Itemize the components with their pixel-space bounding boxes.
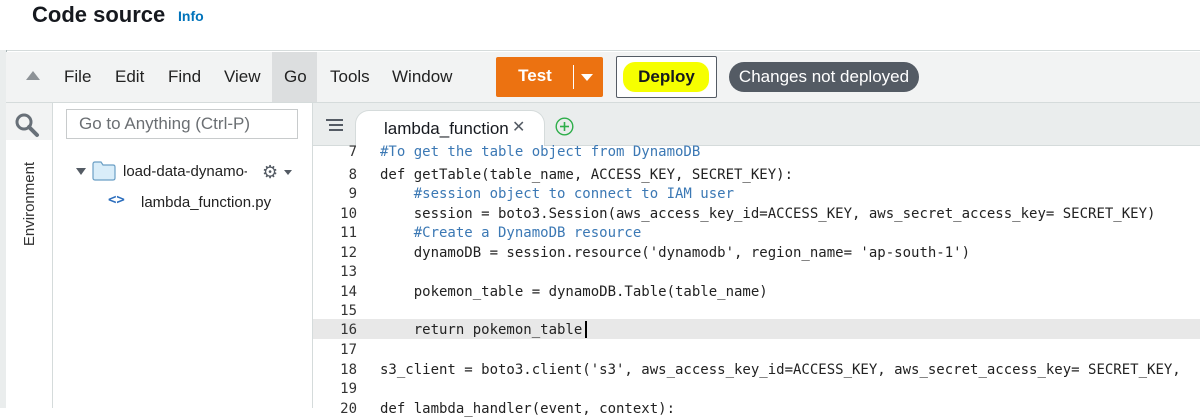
status-badge: Changes not deployed (729, 62, 919, 92)
line-number: 17 (340, 342, 357, 358)
code-line: dynamoDB = session.resource('dynamodb', … (380, 245, 971, 261)
folder-icon (92, 161, 116, 181)
test-button-label: Test (518, 66, 552, 85)
code-line: return pokemon_table (380, 322, 583, 338)
line-number: 16 (340, 322, 357, 338)
menu-tools[interactable]: Tools (330, 52, 370, 102)
test-dropdown-caret-icon[interactable] (581, 74, 593, 81)
code-line: #To get the table object from DynamoDB (380, 144, 701, 160)
line-number: 13 (340, 264, 357, 280)
page-title: Code source (32, 2, 166, 27)
line-number: 8 (348, 167, 357, 183)
line-number: 12 (340, 245, 357, 261)
line-number: 18 (340, 362, 357, 378)
test-button-divider (573, 65, 574, 89)
line-number: 11 (340, 225, 357, 241)
search-icon[interactable] (14, 112, 40, 138)
code-line: session = boto3.Session(aws_access_key_i… (380, 206, 1156, 222)
line-number: 14 (340, 284, 357, 300)
menu-window[interactable]: Window (392, 52, 452, 102)
menu-view[interactable]: View (224, 52, 261, 102)
python-file-icon: <> (108, 192, 125, 208)
menu-file[interactable]: File (64, 52, 91, 102)
line-number: 20 (340, 401, 357, 417)
gear-dropdown-caret-icon[interactable] (284, 170, 292, 175)
code-line: s3_client = boto3.client('s3', aws_acces… (380, 362, 1181, 378)
line-number: 19 (340, 381, 357, 397)
code-line: def getTable(table_name, ACCESS_KEY, SEC… (380, 167, 794, 183)
folder-name[interactable]: load-data-dynamo-c (123, 163, 247, 180)
code-line: #Create a DynamoDB resource (380, 225, 642, 241)
collapse-arrow-icon[interactable] (26, 71, 40, 80)
info-link[interactable]: Info (178, 8, 204, 24)
menu-bar: File Edit Find View Go Tools Window (6, 52, 1200, 103)
code-line: def lambda_handler(event, context): (380, 401, 676, 417)
go-to-anything-input[interactable] (66, 109, 298, 139)
deploy-button-label: Deploy (638, 67, 695, 86)
file-name[interactable]: lambda_function.py (141, 194, 271, 211)
environment-tab-label: Environment (21, 161, 38, 247)
line-number: 15 (340, 303, 357, 319)
menu-go[interactable]: Go (284, 52, 307, 102)
deploy-button[interactable]: Deploy (616, 56, 717, 98)
code-line: #session object to connect to IAM user (380, 186, 735, 202)
editor-tab-label: lambda_function (384, 119, 509, 138)
close-icon[interactable]: ✕ (512, 117, 525, 137)
text-cursor (585, 321, 587, 338)
gear-icon[interactable]: ⚙ (262, 163, 278, 181)
menu-edit[interactable]: Edit (115, 52, 144, 102)
menu-find[interactable]: Find (168, 52, 201, 102)
line-number: 10 (340, 206, 357, 222)
line-number: 9 (348, 186, 357, 202)
add-tab-icon[interactable] (555, 117, 574, 136)
test-button[interactable]: Test (496, 57, 603, 97)
code-line: pokemon_table = dynamoDB.Table(table_nam… (380, 284, 768, 300)
folder-expand-caret-icon[interactable] (76, 168, 86, 175)
tab-list-icon[interactable] (326, 118, 343, 131)
file-explorer (53, 103, 313, 408)
line-number: 7 (348, 144, 357, 160)
